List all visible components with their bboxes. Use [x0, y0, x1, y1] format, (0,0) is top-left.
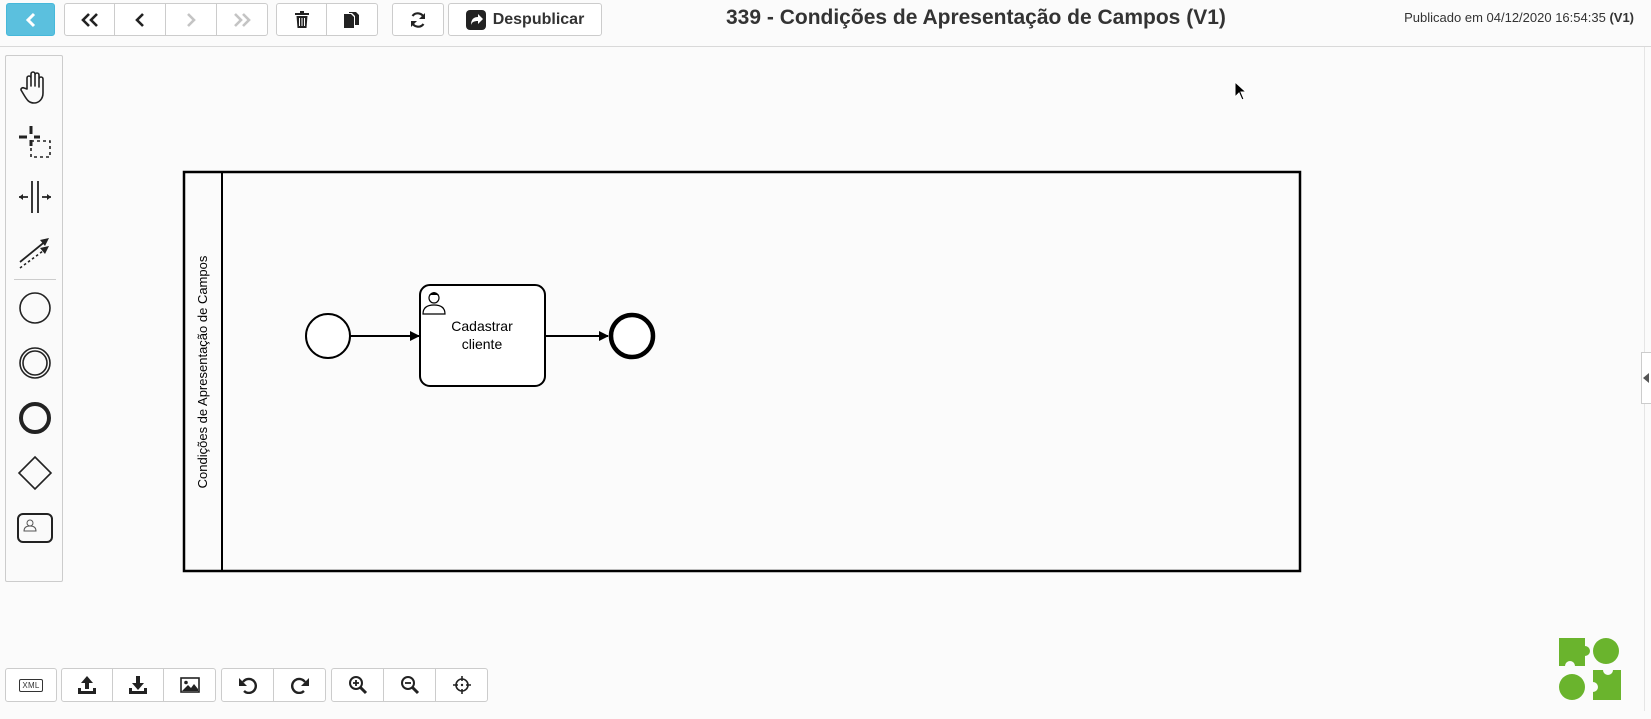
redo-icon	[290, 677, 309, 694]
download-button[interactable]	[112, 668, 164, 702]
crosshair-icon	[452, 676, 471, 694]
export-image-button[interactable]	[163, 668, 216, 702]
task-label-line1: Cadastrar	[451, 318, 513, 334]
zoom-in-icon	[348, 676, 367, 695]
delete-button[interactable]	[276, 3, 327, 36]
app-logo-icon	[1559, 638, 1621, 700]
pool-label: Condições de Apresentação de Campos	[195, 255, 210, 488]
copy-button[interactable]	[326, 3, 378, 36]
undo-button[interactable]	[221, 668, 274, 702]
xml-button[interactable]: XML	[5, 668, 57, 702]
redo-button[interactable]	[273, 668, 326, 702]
page-title: 339 - Condições de Apresentação de Campo…	[726, 6, 1226, 29]
diagram-canvas[interactable]: Condições de Apresentação de Campos Cada…	[0, 47, 1640, 667]
xml-icon: XML	[19, 678, 43, 692]
task-label-line2: cliente	[462, 336, 503, 352]
published-info: Publicado em 04/12/2020 16:54:35 (V1)	[1404, 10, 1634, 25]
share-icon	[465, 9, 486, 30]
undo-icon	[238, 677, 257, 694]
task-cadastrar-cliente[interactable]: Cadastrar cliente	[419, 284, 546, 387]
top-toolbar: Despublicar 339 - Condições de Apresenta…	[0, 0, 1651, 47]
refresh-button[interactable]	[392, 3, 444, 36]
previous-button[interactable]	[114, 3, 166, 36]
copy-icon	[344, 11, 359, 28]
double-chevron-left-icon	[80, 12, 98, 27]
back-button[interactable]	[6, 3, 55, 36]
properties-panel-toggle[interactable]	[1641, 352, 1651, 404]
first-button[interactable]	[64, 3, 115, 36]
pool[interactable]	[182, 170, 1302, 573]
published-date: Publicado em 04/12/2020 16:54:35	[1404, 10, 1606, 25]
download-icon	[129, 676, 147, 694]
zoom-out-button[interactable]	[383, 668, 436, 702]
upload-button[interactable]	[61, 668, 113, 702]
end-event[interactable]	[608, 312, 656, 360]
start-event[interactable]	[305, 313, 351, 359]
next-button[interactable]	[165, 3, 217, 36]
zoom-in-button[interactable]	[331, 668, 384, 702]
refresh-icon	[410, 11, 426, 28]
fit-view-button[interactable]	[435, 668, 488, 702]
chevron-left-icon	[25, 12, 35, 27]
double-chevron-right-icon	[234, 12, 251, 27]
zoom-out-icon	[400, 676, 419, 695]
published-version: (V1)	[1609, 10, 1634, 25]
trash-icon	[294, 10, 309, 28]
chevron-left-icon	[135, 12, 144, 27]
last-button[interactable]	[216, 3, 268, 36]
mouse-cursor-icon	[1234, 81, 1248, 101]
image-icon	[179, 677, 200, 693]
unpublish-button[interactable]: Despublicar	[448, 3, 602, 36]
upload-icon	[78, 676, 96, 694]
unpublish-label: Despublicar	[492, 10, 585, 28]
chevron-right-icon	[187, 12, 196, 27]
